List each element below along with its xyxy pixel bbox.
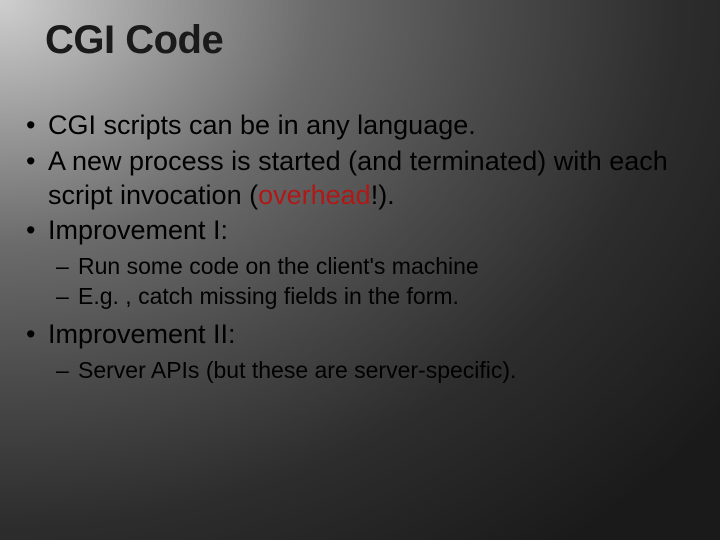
sub-bullet-text: Server APIs (but these are server-specif… [78,357,516,383]
bullet-item: A new process is started (and terminated… [22,145,690,213]
sub-bullet-list: Run some code on the client's machine E.… [48,252,690,312]
bullet-text-post: !). [371,180,395,210]
bullet-highlight: overhead [258,180,371,210]
bullet-item: CGI scripts can be in any language. [22,109,690,143]
sub-bullet-text: E.g. , catch missing fields in the form. [78,283,459,309]
sub-bullet-item: Server APIs (but these are server-specif… [54,356,690,386]
bullet-text: Improvement I: [48,215,228,245]
sub-bullet-text: Run some code on the client's machine [78,253,479,279]
sub-bullet-item: E.g. , catch missing fields in the form. [54,282,690,312]
sub-bullet-list: Server APIs (but these are server-specif… [48,356,690,386]
slide-title: CGI Code [0,18,720,63]
bullet-item: Improvement I: Run some code on the clie… [22,214,690,312]
bullet-text: CGI scripts can be in any language. [48,110,476,140]
bullet-list: CGI scripts can be in any language. A ne… [22,109,690,385]
slide: CGI Code CGI scripts can be in any langu… [0,0,720,540]
bullet-item: Improvement II: Server APIs (but these a… [22,318,690,386]
slide-content: CGI scripts can be in any language. A ne… [0,109,720,385]
sub-bullet-item: Run some code on the client's machine [54,252,690,282]
bullet-text: Improvement II: [48,319,236,349]
